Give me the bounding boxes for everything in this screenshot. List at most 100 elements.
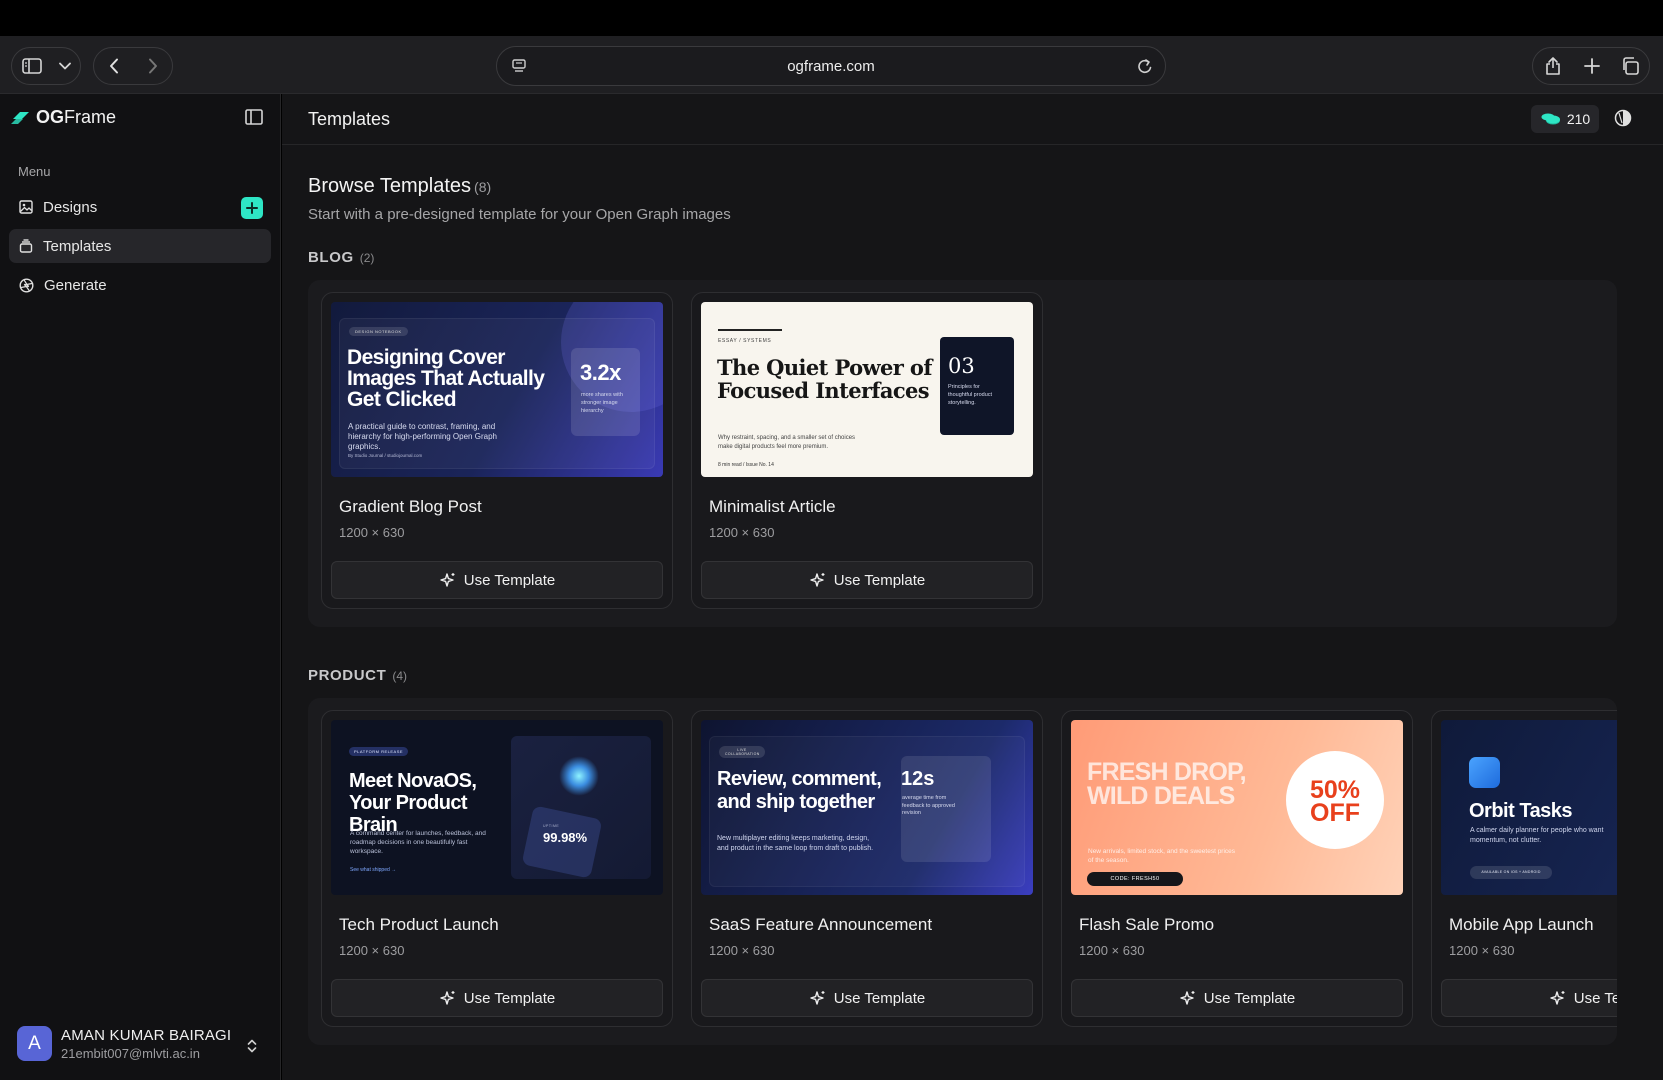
preview-badge-bottom: OFF xyxy=(1310,799,1360,827)
preview-footer: By Studio Journal / studiojournal.com xyxy=(348,453,423,458)
preview-body: New arrivals, limited stock, and the swe… xyxy=(1088,848,1236,864)
template-preview[interactable]: LIVE COLLABORATION Review, comment, and … xyxy=(701,720,1033,895)
collapse-sidebar-button[interactable] xyxy=(245,109,263,130)
preview-stat: 12s xyxy=(901,768,935,790)
user-info: AMAN KUMAR BAIRAGI 21embit007@mlvti.ac.i… xyxy=(61,1027,231,1061)
template-preview[interactable]: DESIGN NOTEBOOK Designing Cover Images T… xyxy=(331,302,663,477)
menu-section-label: Menu xyxy=(18,164,51,179)
page-settings-icon[interactable] xyxy=(511,58,527,79)
template-card-mobile-app-launch[interactable]: Orbit Tasks A calmer daily planner for p… xyxy=(1431,710,1617,1027)
credits-count: 210 xyxy=(1566,111,1591,127)
section-title-text: PRODUCT xyxy=(308,667,387,684)
template-size: 1200 × 630 xyxy=(339,525,405,540)
preview-stat: 99.98% xyxy=(543,830,588,845)
preview-headline: Orbit Tasks xyxy=(1469,800,1573,822)
template-name: SaaS Feature Announcement xyxy=(709,915,933,934)
share-button[interactable] xyxy=(1533,48,1573,84)
template-name: Minimalist Article xyxy=(709,497,836,516)
stack-icon xyxy=(19,239,33,253)
theme-icon xyxy=(1614,109,1632,127)
use-template-label: Use Template xyxy=(1573,989,1617,1007)
preview-stat-caption: Principles for thoughtful product storyt… xyxy=(948,384,993,406)
chevron-right-icon xyxy=(149,58,157,74)
back-button[interactable] xyxy=(94,48,134,84)
preview-body: A command center for launches, feedback,… xyxy=(350,830,486,855)
address-bar[interactable]: ogframe.com xyxy=(496,46,1166,86)
coins-icon xyxy=(1541,113,1560,125)
new-design-button[interactable] xyxy=(241,197,263,219)
use-template-label: Use Template xyxy=(463,989,556,1007)
window-actions-group xyxy=(1532,47,1650,85)
template-size: 1200 × 630 xyxy=(1079,943,1145,958)
preview-headline: Meet NovaOS, Your Product Brain xyxy=(349,770,477,836)
use-template-button[interactable]: Use Template xyxy=(701,979,1033,1017)
ogframe-logo-icon xyxy=(11,111,29,124)
preview-stat-box: 3.2x more shares with stronger image hie… xyxy=(571,348,640,436)
sidebar-toggle-group xyxy=(11,47,81,85)
use-template-button[interactable]: Use Template xyxy=(331,979,663,1017)
tab-groups-dropdown[interactable] xyxy=(52,48,78,84)
tab-overview-button[interactable] xyxy=(1611,48,1649,84)
template-size: 1200 × 630 xyxy=(1449,943,1515,958)
tabs-icon xyxy=(1623,57,1639,75)
template-card-tech-product-launch[interactable]: PLATFORM RELEASE Meet NovaOS, Your Produ… xyxy=(321,710,673,1027)
sparkle-icon xyxy=(810,990,825,1005)
template-preview[interactable]: FRESH DROP, WILD DEALS New arrivals, lim… xyxy=(1071,720,1403,895)
app-icon xyxy=(1469,757,1500,788)
preview-body: New multiplayer editing keeps marketing,… xyxy=(717,835,874,852)
use-template-button[interactable]: Use Template xyxy=(1071,979,1403,1017)
use-template-button[interactable]: Use Template xyxy=(1441,979,1617,1017)
preview-stat-label: UPTIME xyxy=(543,824,560,828)
section-title-text: BLOG xyxy=(308,249,354,266)
template-name: Gradient Blog Post xyxy=(339,497,482,516)
credits-badge[interactable]: 210 xyxy=(1531,105,1599,133)
reload-icon[interactable] xyxy=(1137,57,1153,80)
template-card-gradient-blog[interactable]: DESIGN NOTEBOOK Designing Cover Images T… xyxy=(321,292,673,609)
sidebar-item-templates[interactable]: Templates xyxy=(9,229,271,263)
preview-headline: FRESH DROP, WILD DEALS xyxy=(1087,758,1247,810)
preview-tag: LIVE COLLABORATION xyxy=(719,746,765,758)
new-tab-button[interactable] xyxy=(1573,48,1611,84)
preview-stat-box: 03 Principles for thoughtful product sto… xyxy=(940,337,1014,435)
preview-discount-badge: 50% OFF xyxy=(1286,751,1384,849)
sidebar-item-generate[interactable]: Generate xyxy=(9,268,271,302)
template-card-saas-feature[interactable]: LIVE COLLABORATION Review, comment, and … xyxy=(691,710,1043,1027)
template-card-minimalist-article[interactable]: ESSAY / SYSTEMS The Quiet Power of Focus… xyxy=(691,292,1043,609)
use-template-label: Use Template xyxy=(833,989,926,1007)
preview-body: Why restraint, spacing, and a smaller se… xyxy=(718,435,856,450)
preview-stat-box: 12s average time from feedback to approv… xyxy=(901,756,991,862)
chevron-up-down-icon[interactable] xyxy=(246,1038,258,1059)
browser-sidebar-button[interactable] xyxy=(12,48,52,84)
plus-icon xyxy=(1584,58,1600,74)
browse-subtitle: Start with a pre-designed template for y… xyxy=(308,206,731,223)
preview-coupon-code: CODE: FRESH50 xyxy=(1087,872,1183,886)
preview-footer: 8 min read / Issue No. 14 xyxy=(718,462,774,468)
template-name: Flash Sale Promo xyxy=(1079,915,1215,934)
use-template-button[interactable]: Use Template xyxy=(331,561,663,599)
template-preview[interactable]: ESSAY / SYSTEMS The Quiet Power of Focus… xyxy=(701,302,1033,477)
template-name: Mobile App Launch xyxy=(1449,915,1594,934)
brand-logo[interactable]: OGFrame xyxy=(10,107,116,128)
section-panel-blog: DESIGN NOTEBOOK Designing Cover Images T… xyxy=(308,280,1617,627)
theme-toggle-button[interactable] xyxy=(1614,109,1632,132)
template-card-flash-sale[interactable]: FRESH DROP, WILD DEALS New arrivals, lim… xyxy=(1061,710,1413,1027)
preview-link: See what shipped → xyxy=(350,867,397,873)
sidebar-item-designs[interactable]: Designs xyxy=(9,190,271,224)
section-count: (2) xyxy=(359,251,375,265)
sparkle-icon xyxy=(1180,990,1195,1005)
sidebar-panel-icon xyxy=(245,109,263,125)
sidebar-item-label: Generate xyxy=(44,276,107,294)
section-title-blog: BLOG (2) xyxy=(308,249,374,266)
preview-store-badge: AVAILABLE ON IOS + ANDROID xyxy=(1470,866,1552,879)
preview-rule xyxy=(718,329,782,331)
template-preview[interactable]: Orbit Tasks A calmer daily planner for p… xyxy=(1441,720,1617,895)
section-panel-product: PLATFORM RELEASE Meet NovaOS, Your Produ… xyxy=(308,698,1617,1045)
use-template-button[interactable]: Use Template xyxy=(701,561,1033,599)
sparkle-icon xyxy=(440,990,455,1005)
browse-title-text: Browse Templates xyxy=(308,175,472,197)
chevron-left-icon xyxy=(110,58,118,74)
template-preview[interactable]: PLATFORM RELEASE Meet NovaOS, Your Produ… xyxy=(331,720,663,895)
user-account-menu[interactable]: A AMAN KUMAR BAIRAGI 21embit007@mlvti.ac… xyxy=(17,1026,231,1061)
forward-button[interactable] xyxy=(134,48,172,84)
page-title: Templates xyxy=(308,109,391,129)
